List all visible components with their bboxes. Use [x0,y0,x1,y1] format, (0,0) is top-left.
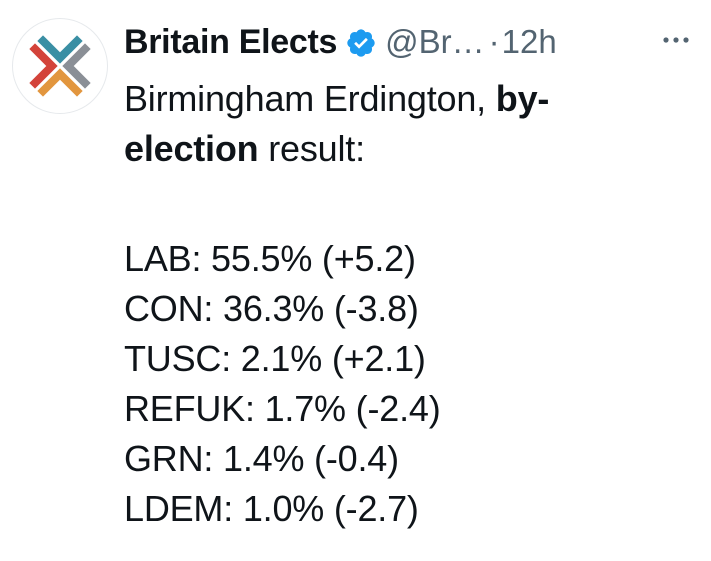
tweet-text-segment: result: [258,128,365,169]
result-line: LDEM: 1.0% (-2.7) [124,488,419,529]
tweet-text-bold: by- [495,78,550,119]
britain-elects-logo-icon [29,35,91,97]
separator-dot: · [488,23,500,60]
results-list: LAB: 55.5% (+5.2) CON: 36.3% (-3.8) TUSC… [124,234,441,534]
author-handle[interactable]: @Br… [385,23,485,61]
result-line: TUSC: 2.1% (+2.1) [124,338,426,379]
author-name[interactable]: Britain Elects [124,23,337,62]
tweet[interactable]: Britain Elects @Br… · 12h Birmingham Erd… [0,0,711,561]
result-line: CON: 36.3% (-3.8) [124,288,419,329]
result-line: REFUK: 1.7% (-2.4) [124,388,441,429]
result-line: GRN: 1.4% (-0.4) [124,438,399,479]
tweet-text-segment: Birmingham Erdington, [124,78,496,119]
tweet-header: Britain Elects @Br… · 12h [124,14,557,70]
result-line: LAB: 55.5% (+5.2) [124,238,416,279]
timestamp[interactable]: 12h [502,23,557,61]
tweet-text: Birmingham Erdington, by- election resul… [124,74,694,174]
avatar[interactable] [12,18,108,114]
verified-badge-icon [345,27,377,59]
more-options-icon[interactable] [656,22,696,58]
tweet-text-bold: election [124,128,259,169]
